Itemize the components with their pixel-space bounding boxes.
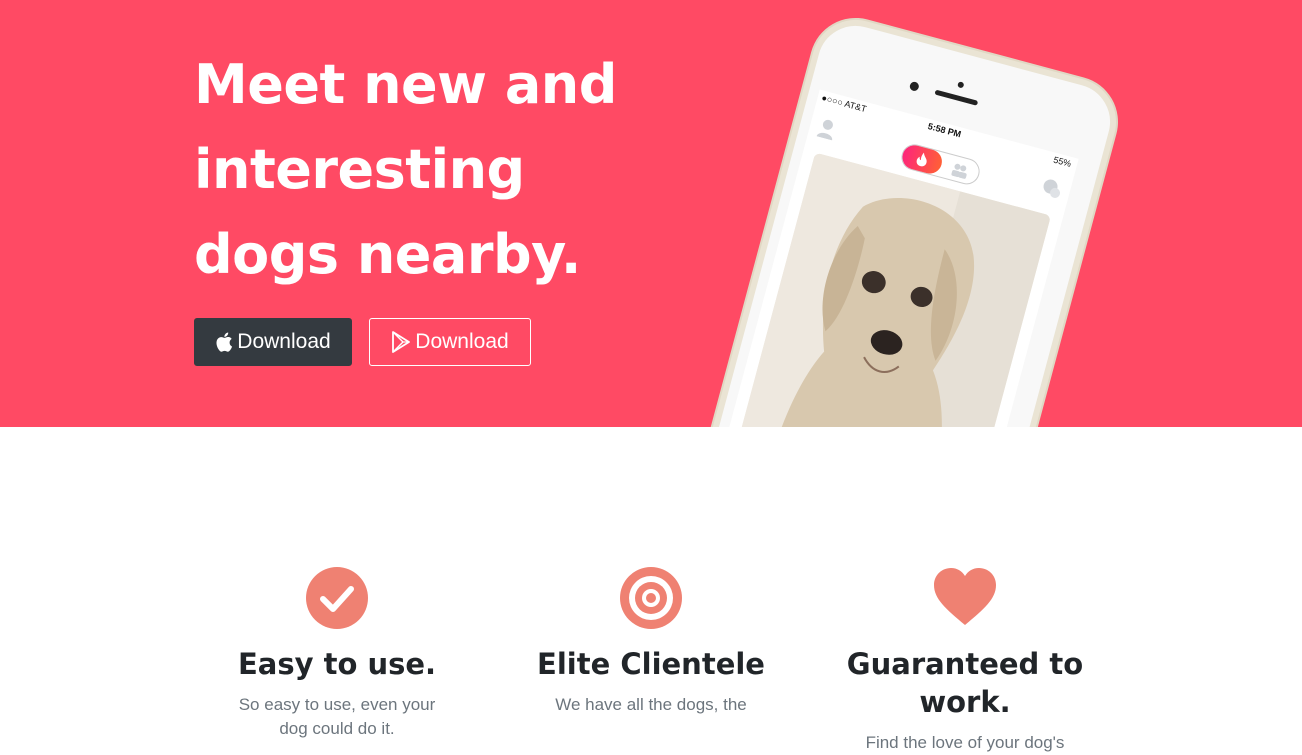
feature-title: Guaranteed to work. (846, 647, 1084, 719)
feature-text: So easy to use, even your dog could do i… (238, 695, 436, 738)
status-battery: 55% (1052, 154, 1073, 169)
apple-download-label: Download (237, 330, 331, 353)
feature-title: Elite Clientele (537, 647, 765, 681)
heart-icon (932, 565, 998, 631)
feature-text: Find the love of your dog's (865, 733, 1065, 752)
status-time: 5:58 PM (926, 120, 963, 140)
phone-mockup: ●○○○ AT&T 5:58 PM 55% (666, 10, 1126, 427)
apple-icon (215, 332, 233, 352)
feature-text: We have all the dogs, the (555, 695, 747, 714)
profile-icon[interactable] (816, 117, 839, 141)
google-play-download-button[interactable]: Download (369, 318, 531, 366)
apple-download-button[interactable]: Download (194, 318, 352, 366)
bullseye-icon (618, 565, 684, 631)
group-icon[interactable] (948, 160, 970, 183)
feature-easy: Easy to use. So easy to use, even your d… (187, 565, 487, 741)
feature-elite: Elite Clientele We have all the dogs, th… (501, 565, 801, 717)
check-circle-icon (304, 565, 370, 631)
phone-screen: ●○○○ AT&T 5:58 PM 55% (690, 89, 1079, 427)
phone-camera (908, 80, 920, 92)
feature-title: Easy to use. (237, 647, 437, 681)
phone-speaker (934, 89, 979, 106)
google-play-download-label: Download (415, 330, 509, 353)
flame-icon (916, 152, 927, 167)
chat-icon[interactable] (1040, 177, 1064, 201)
hero-headline: Meet new and interesting dogs nearby. (194, 53, 617, 286)
feature-guaranteed: Guaranteed to work. Find the love of you… (815, 565, 1115, 755)
hero-section: Meet new and interesting dogs nearby. Do… (0, 0, 1302, 427)
google-play-icon (391, 331, 411, 353)
flame-toggle[interactable] (899, 142, 945, 177)
